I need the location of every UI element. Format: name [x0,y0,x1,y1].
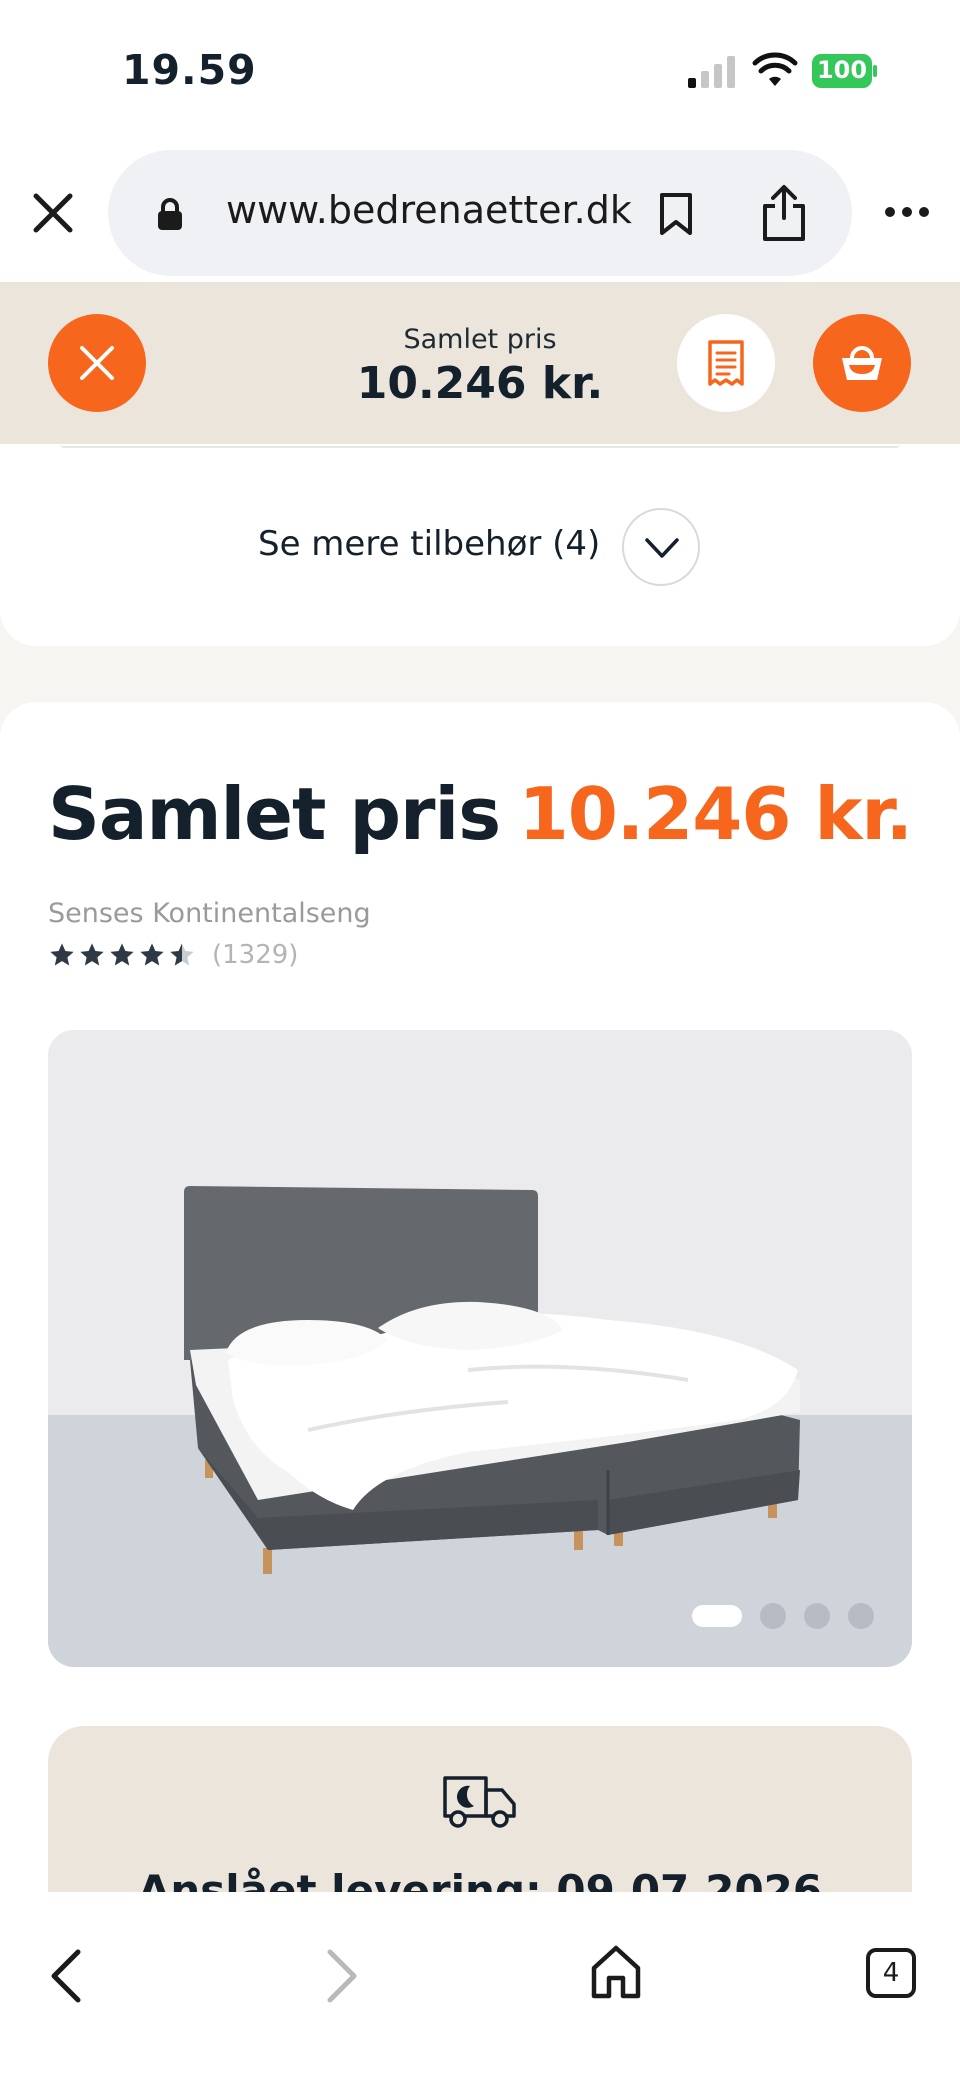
carousel-dot[interactable] [848,1603,874,1629]
product-image-carousel[interactable] [48,1030,912,1667]
star-full-icon [140,943,164,966]
forward-icon[interactable] [322,1946,362,2006]
lock-icon [158,198,182,230]
product-name: Senses Kontinentalseng [48,898,371,929]
status-bar: 19.59 100 [0,0,960,140]
url-text[interactable]: www.bedrenaetter.dk [226,188,632,232]
sticky-total-price: 10.246 kr. [356,358,604,409]
carousel-dot[interactable] [804,1603,830,1629]
rating[interactable]: (1329) [48,940,298,970]
home-icon[interactable] [590,1944,642,2000]
total-title: Samlet pris [48,772,501,856]
accessories-card: Se mere tilbehør (4) [0,444,960,646]
more-accessories-label[interactable]: Se mere tilbehør (4) [258,524,600,564]
more-accessories-button[interactable] [622,508,700,586]
bookmark-icon[interactable] [658,192,694,236]
battery-icon: 100 [812,54,878,88]
summary-card: Samlet pris 10.246 kr. Senses Kontinenta… [0,702,960,2081]
battery-level: 100 [816,56,868,84]
basket-icon [842,346,882,380]
sticky-price-bar: Samlet pris 10.246 kr. [0,282,960,444]
chevron-down-icon [645,538,679,558]
sticky-total-label: Samlet pris [403,324,557,355]
close-configurator-button[interactable] [48,314,146,412]
close-icon [80,346,114,380]
share-icon[interactable] [760,184,808,242]
receipt-button[interactable] [677,314,775,412]
close-icon[interactable] [28,188,78,238]
product-image [48,1030,912,1667]
more-icon[interactable] [884,206,930,218]
total-price: 10.246 kr. [518,772,913,856]
back-icon[interactable] [46,1946,86,2006]
card-edge [60,444,900,448]
delivery-truck-icon [443,1776,516,1828]
url-field[interactable]: www.bedrenaetter.dk [108,150,852,276]
browser-toolbar: 4 [0,1892,960,2081]
carousel-dot[interactable] [760,1603,786,1629]
basket-button[interactable] [813,314,911,412]
tabs-button[interactable]: 4 [866,1948,916,1998]
receipt-icon [708,340,744,386]
carousel-dot-active[interactable] [692,1605,742,1627]
star-half-icon [170,943,194,966]
carousel-indicator [674,1603,874,1629]
star-full-icon [110,943,134,966]
wifi-icon [752,52,798,86]
browser-address-bar: www.bedrenaetter.dk [0,140,960,282]
star-full-icon [50,943,74,966]
cellular-signal-icon [688,56,735,88]
star-full-icon [80,943,104,966]
review-count[interactable]: (1329) [212,940,298,970]
status-time: 19.59 [122,46,257,94]
